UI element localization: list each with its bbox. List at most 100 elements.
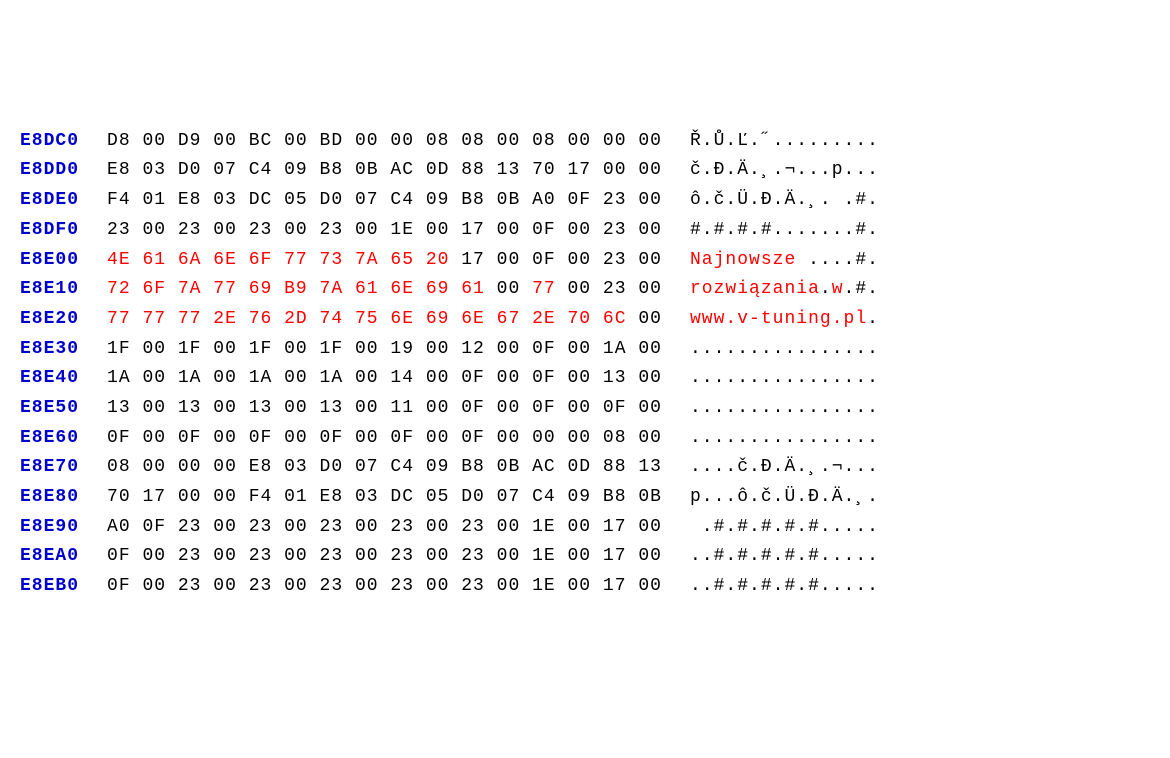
hex-byte: D0 (320, 190, 344, 210)
hex-byte: 23 (390, 576, 414, 596)
hex-byte: 23 (320, 576, 344, 596)
ascii-char: ¸ (808, 457, 820, 477)
hex-byte: 00 (284, 131, 308, 151)
ascii-char (690, 517, 702, 537)
hex-byte: 23 (178, 517, 202, 537)
hex-byte: 74 (320, 309, 344, 329)
ascii-char: p (832, 160, 844, 180)
hex-byte: 03 (213, 190, 237, 210)
hex-byte: 00 (142, 131, 166, 151)
hex-byte: 08 (461, 131, 485, 151)
ascii-char: u (773, 309, 785, 329)
hex-byte: 0B (497, 457, 521, 477)
hex-byte: 0F (320, 428, 344, 448)
hex-byte: 77 (178, 309, 202, 329)
ascii-char: č (690, 160, 702, 180)
hex-byte: 00 (497, 131, 521, 151)
hex-row: E8E8070 17 00 00 F4 01 E8 03 DC 05 D0 07… (20, 483, 1150, 513)
hex-byte: 4E (107, 250, 131, 270)
ascii-char: . (820, 517, 832, 537)
hex-byte: 0F (142, 517, 166, 537)
ascii-char: w (714, 309, 726, 329)
ascii-char: . (796, 368, 808, 388)
hex-byte: C4 (390, 190, 414, 210)
ascii-char: . (773, 368, 785, 388)
hex-byte: 00 (532, 428, 556, 448)
ascii-char: . (820, 428, 832, 448)
ascii-char: . (867, 517, 879, 537)
hex-row: E8E1072 6F 7A 77 69 B9 7A 61 6E 69 61 00… (20, 275, 1150, 305)
ascii-char: . (855, 457, 867, 477)
ascii-char: Đ (761, 190, 773, 210)
ascii-char: . (867, 309, 879, 329)
ascii-char: n (784, 279, 796, 299)
hex-byte: 6E (461, 309, 485, 329)
hex-byte: 00 (638, 339, 662, 359)
ascii-char: # (737, 220, 749, 240)
ascii-char: z (761, 279, 773, 299)
ascii-char: . (844, 190, 856, 210)
hex-byte: 1A (249, 368, 273, 388)
hex-byte: 0F (107, 576, 131, 596)
hex-byte: 00 (568, 368, 592, 388)
ascii-char: . (832, 517, 844, 537)
ascii-char: . (820, 368, 832, 388)
offset-label: E8E50 (20, 394, 79, 424)
offset-label: E8DF0 (20, 216, 79, 246)
hex-byte: 00 (426, 517, 450, 537)
hex-byte: 00 (284, 576, 308, 596)
hex-byte: 00 (213, 131, 237, 151)
hex-byte: 6E (390, 279, 414, 299)
hex-byte: DC (390, 487, 414, 507)
hex-byte: E8 (249, 457, 273, 477)
hex-byte: 13 (249, 398, 273, 418)
hex-bytes: 1A 00 1A 00 1A 00 1A 00 14 00 0F 00 0F 0… (107, 364, 662, 394)
hex-byte: 00 (568, 398, 592, 418)
hex-byte: 00 (638, 131, 662, 151)
hex-bytes: 70 17 00 00 F4 01 E8 03 DC 05 D0 07 C4 0… (107, 483, 662, 513)
ascii-char: . (796, 398, 808, 418)
ascii-char: n (725, 250, 737, 270)
hex-byte: 1F (178, 339, 202, 359)
ascii-char: Ä (784, 457, 796, 477)
hex-byte: 05 (284, 190, 308, 210)
hex-byte: 03 (142, 160, 166, 180)
ascii-char: . (855, 398, 867, 418)
ascii-char: # (855, 190, 867, 210)
hex-byte: 00 (497, 428, 521, 448)
ascii-char: . (773, 339, 785, 359)
ascii-char: # (761, 546, 773, 566)
hex-byte: 00 (638, 368, 662, 388)
hex-byte: 00 (142, 368, 166, 388)
hex-byte: AC (532, 457, 556, 477)
ascii-char: Ü (737, 190, 749, 210)
hex-byte: B8 (320, 160, 344, 180)
hex-byte: 23 (603, 279, 627, 299)
ascii-char: # (855, 250, 867, 270)
ascii-char: . (702, 131, 714, 151)
hex-byte: 6A (178, 250, 202, 270)
hex-byte: 00 (568, 546, 592, 566)
hex-byte: 00 (568, 428, 592, 448)
ascii-char: ˝ (761, 131, 773, 151)
hex-byte: 08 (532, 131, 556, 151)
ascii-char: . (714, 457, 726, 477)
ascii-char: . (867, 339, 879, 359)
ascii-char: . (796, 339, 808, 359)
ascii-char: Ů (714, 131, 726, 151)
hex-byte: 00 (497, 279, 521, 299)
hex-byte: 2E (213, 309, 237, 329)
hex-byte: 7A (178, 279, 202, 299)
hex-byte: 00 (284, 220, 308, 240)
ascii-char: . (725, 368, 737, 388)
hex-byte: 72 (107, 279, 131, 299)
hex-byte: E8 (107, 160, 131, 180)
hex-row: E8DC0D8 00 D9 00 BC 00 BD 00 00 08 08 00… (20, 127, 1150, 157)
ascii-char: . (725, 339, 737, 359)
ascii-char: Ä (832, 487, 844, 507)
hex-byte: 0B (638, 487, 662, 507)
ascii-char: . (702, 220, 714, 240)
ascii-char: Đ (761, 457, 773, 477)
hex-byte: 7A (355, 250, 379, 270)
ascii-char: # (761, 220, 773, 240)
